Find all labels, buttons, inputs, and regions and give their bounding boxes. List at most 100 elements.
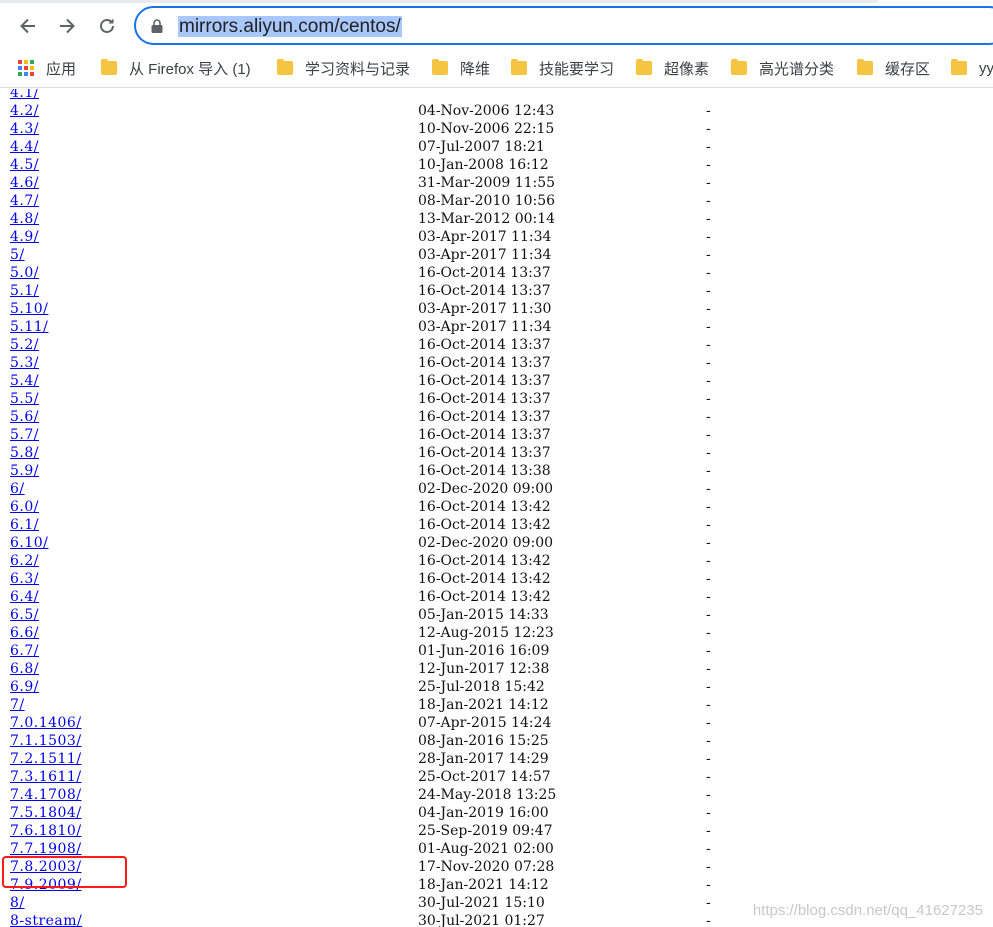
directory-link[interactable]: 4.4/ xyxy=(10,138,39,156)
modified-date: 10-Jan-2008 16:12 xyxy=(418,157,549,173)
directory-link[interactable]: 7.4.1708/ xyxy=(10,786,82,804)
directory-link[interactable]: 7.7.1908/ xyxy=(10,840,82,858)
directory-link[interactable]: 5.3/ xyxy=(10,354,39,372)
directory-link[interactable]: 5.9/ xyxy=(10,462,39,480)
file-size: - xyxy=(706,139,711,155)
directory-link[interactable]: 5.4/ xyxy=(10,372,39,390)
directory-link[interactable]: 7.0.1406/ xyxy=(10,714,82,732)
directory-link[interactable]: 7.3.1611/ xyxy=(10,768,82,786)
directory-link[interactable]: 6.10/ xyxy=(10,534,48,552)
directory-link[interactable]: 6.8/ xyxy=(10,660,39,678)
bookmarks-bar: 应用 从 Firefox 导入 (1) 学习资料与记录 降维 技能要学习 超像素 高光谱分类… xyxy=(0,50,993,88)
directory-link[interactable]: 5/ xyxy=(10,246,25,264)
lock-icon xyxy=(151,19,163,33)
directory-link[interactable]: 7.5.1804/ xyxy=(10,804,82,822)
directory-link[interactable]: 5.0/ xyxy=(10,264,39,282)
bookmark-item[interactable]: 学习资料与记录 xyxy=(277,50,410,86)
bookmark-item[interactable]: 缓存区 xyxy=(857,50,930,86)
file-size: - xyxy=(706,373,711,389)
bookmark-item[interactable]: 超像素 xyxy=(636,50,709,86)
modified-date: 01-Aug-2021 02:00 xyxy=(418,841,554,857)
listing-row: 7.9.2009/18-Jan-2021 14:12 - xyxy=(0,876,993,894)
listing-row: 5.0/16-Oct-2014 13:37 - xyxy=(0,264,993,282)
listing-row: 7.5.1804/04-Jan-2019 16:00 - xyxy=(0,804,993,822)
bookmark-item[interactable]: 技能要学习 xyxy=(511,50,614,86)
directory-link[interactable]: 7.2.1511/ xyxy=(10,750,82,768)
file-size: - xyxy=(706,823,711,839)
watermark-text: https://blog.csdn.net/qq_41627235 xyxy=(752,902,983,919)
bookmark-item[interactable]: 应用 xyxy=(18,50,76,86)
file-size: - xyxy=(706,769,711,785)
url-text[interactable]: mirrors.aliyun.com/centos/ xyxy=(178,14,402,39)
listing-row: 5.11/03-Apr-2017 11:34 - xyxy=(0,318,993,336)
bookmark-item[interactable]: 从 Firefox 导入 (1) xyxy=(101,50,251,86)
directory-link[interactable]: 4.8/ xyxy=(10,210,39,228)
file-size: - xyxy=(706,103,711,119)
directory-link[interactable]: 5.1/ xyxy=(10,282,39,300)
directory-link[interactable]: 6.1/ xyxy=(10,516,39,534)
file-size: - xyxy=(706,445,711,461)
directory-link[interactable]: 4.5/ xyxy=(10,156,39,174)
directory-link[interactable]: 4.7/ xyxy=(10,192,39,210)
directory-link[interactable]: 7.8.2003/ xyxy=(10,858,82,876)
directory-link[interactable]: 6/ xyxy=(10,480,25,498)
directory-link[interactable]: 7/ xyxy=(10,696,25,714)
modified-date: 16-Oct-2014 13:37 xyxy=(418,427,551,443)
file-size: - xyxy=(706,499,711,515)
directory-link[interactable]: 5.11/ xyxy=(10,318,48,336)
forward-button[interactable] xyxy=(51,10,83,42)
directory-link[interactable]: 4.2/ xyxy=(10,102,39,120)
bookmark-label: yy xyxy=(979,59,993,77)
directory-link[interactable]: 6.3/ xyxy=(10,570,39,588)
file-size: - xyxy=(706,247,711,263)
file-size: - xyxy=(706,391,711,407)
file-size: - xyxy=(706,571,711,587)
bookmark-label: 技能要学习 xyxy=(539,60,615,78)
directory-link[interactable]: 5.6/ xyxy=(10,408,39,426)
directory-link[interactable]: 6.7/ xyxy=(10,642,39,660)
modified-date: 25-Oct-2017 14:57 xyxy=(418,769,551,785)
directory-link[interactable]: 4.3/ xyxy=(10,120,39,138)
back-button[interactable] xyxy=(12,10,44,42)
directory-link[interactable]: 8/ xyxy=(10,894,25,912)
listing-row: 5.7/16-Oct-2014 13:37 - xyxy=(0,426,993,444)
modified-date: 04-Jan-2019 16:00 xyxy=(418,805,549,821)
reload-button[interactable] xyxy=(91,10,123,42)
file-size: - xyxy=(706,175,711,191)
directory-link[interactable]: 6.4/ xyxy=(10,588,39,606)
directory-link[interactable]: 6.9/ xyxy=(10,678,39,696)
modified-date: 07-Jul-2007 18:21 xyxy=(418,139,545,155)
directory-link[interactable]: 5.8/ xyxy=(10,444,39,462)
address-bar[interactable]: mirrors.aliyun.com/centos/ xyxy=(134,6,993,45)
file-size: - xyxy=(706,697,711,713)
listing-row: 6.4/16-Oct-2014 13:42 - xyxy=(0,588,993,606)
bookmark-item[interactable]: 高光谱分类 xyxy=(731,50,834,86)
directory-link[interactable]: 5.2/ xyxy=(10,336,39,354)
bookmark-item[interactable]: yy xyxy=(951,50,993,86)
file-size: - xyxy=(706,841,711,857)
directory-link[interactable]: 6.5/ xyxy=(10,606,39,624)
bookmark-item[interactable]: 降维 xyxy=(432,50,490,86)
directory-link[interactable]: 5.10/ xyxy=(10,300,48,318)
file-size: - xyxy=(706,121,711,137)
directory-link[interactable]: 5.5/ xyxy=(10,390,39,408)
modified-date: 16-Oct-2014 13:37 xyxy=(418,337,551,353)
directory-link[interactable]: 4.9/ xyxy=(10,228,39,246)
directory-link[interactable]: 4.1/ xyxy=(10,89,39,102)
modified-date: 03-Apr-2017 11:30 xyxy=(418,301,552,317)
directory-link[interactable]: 7.6.1810/ xyxy=(10,822,82,840)
directory-link[interactable]: 7.9.2009/ xyxy=(10,876,82,894)
url-selection: mirrors.aliyun.com/centos/ xyxy=(178,16,402,37)
modified-date: 16-Oct-2014 13:37 xyxy=(418,265,551,281)
listing-row: 7.0.1406/07-Apr-2015 14:24 - xyxy=(0,714,993,732)
directory-link[interactable]: 4.6/ xyxy=(10,174,39,192)
directory-link[interactable]: 8-stream/ xyxy=(10,912,82,927)
directory-link[interactable]: 6.2/ xyxy=(10,552,39,570)
directory-link[interactable]: 6.0/ xyxy=(10,498,39,516)
directory-link[interactable]: 6.6/ xyxy=(10,624,39,642)
modified-date: 25-Sep-2019 09:47 xyxy=(418,823,553,839)
directory-link[interactable]: 5.7/ xyxy=(10,426,39,444)
listing-row: 5.6/16-Oct-2014 13:37 - xyxy=(0,408,993,426)
directory-link[interactable]: 7.1.1503/ xyxy=(10,732,82,750)
listing-row: 4.9/03-Apr-2017 11:34 - xyxy=(0,228,993,246)
